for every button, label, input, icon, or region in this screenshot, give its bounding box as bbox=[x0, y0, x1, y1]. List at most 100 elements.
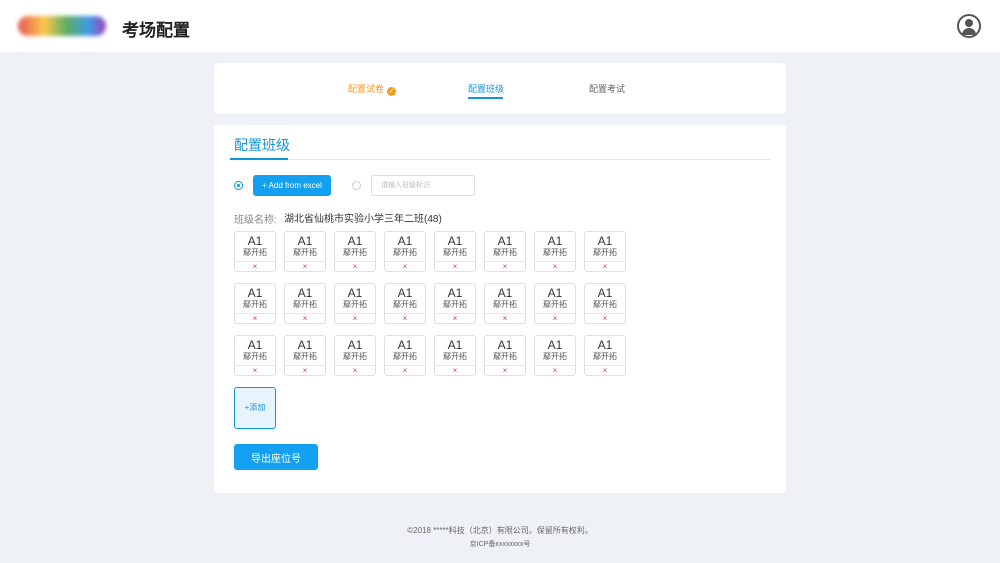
seat-card[interactable]: A1 鄢开拓 × bbox=[534, 231, 576, 272]
seat-card[interactable]: A1 鄢开拓 × bbox=[384, 283, 426, 324]
remove-seat-icon[interactable]: × bbox=[335, 365, 375, 376]
seat-card[interactable]: A1 鄢开拓 × bbox=[434, 335, 476, 376]
import-excel-radio[interactable] bbox=[234, 181, 243, 190]
seat-code: A1 bbox=[397, 234, 413, 248]
seat-code: A1 bbox=[347, 234, 363, 248]
seat-student-name: 鄢开拓 bbox=[343, 300, 367, 309]
seat-code: A1 bbox=[597, 286, 613, 300]
remove-seat-icon[interactable]: × bbox=[585, 365, 625, 376]
class-id-radio[interactable] bbox=[352, 181, 361, 190]
remove-seat-icon[interactable]: × bbox=[285, 261, 325, 272]
seat-card[interactable]: A1 鄢开拓 × bbox=[484, 335, 526, 376]
remove-seat-icon[interactable]: × bbox=[235, 261, 275, 272]
user-account-icon[interactable] bbox=[957, 14, 981, 38]
step-label: 配置考试 bbox=[589, 84, 626, 94]
footer-copyright: ©2018 *****科技（北京）有限公司。保留所有权利。 bbox=[407, 526, 593, 535]
step-configure-paper[interactable]: 配置试卷 ✓ bbox=[348, 82, 397, 96]
seat-student-name: 鄢开拓 bbox=[593, 352, 617, 361]
class-name-value: 湖北省仙桃市实验小学三年二班(48) bbox=[284, 214, 442, 225]
remove-seat-icon[interactable]: × bbox=[435, 365, 475, 376]
seat-code: A1 bbox=[347, 338, 363, 352]
page-title: 考场配置 bbox=[122, 21, 190, 40]
seat-code: A1 bbox=[447, 286, 463, 300]
remove-seat-icon[interactable]: × bbox=[485, 365, 525, 376]
seat-card[interactable]: A1 鄢开拓 × bbox=[234, 231, 276, 272]
seat-card[interactable]: A1 鄢开拓 × bbox=[584, 283, 626, 324]
footer-icp: 京ICP备xxxxxxxx号 bbox=[469, 541, 531, 548]
remove-seat-icon[interactable]: × bbox=[535, 261, 575, 272]
export-seat-numbers-button[interactable]: 导出座位号 bbox=[234, 444, 318, 470]
remove-seat-icon[interactable]: × bbox=[335, 261, 375, 272]
seat-student-name: 鄢开拓 bbox=[443, 352, 467, 361]
seat-card[interactable]: A1 鄢开拓 × bbox=[284, 231, 326, 272]
seat-code: A1 bbox=[247, 286, 263, 300]
seat-code: A1 bbox=[447, 234, 463, 248]
seat-student-name: 鄢开拓 bbox=[293, 248, 317, 257]
class-config-panel: 配置班级 + Add from excel 班级名称: 湖北省仙桃市实验小学三年… bbox=[214, 125, 786, 493]
seat-card[interactable]: A1 鄢开拓 × bbox=[284, 283, 326, 324]
brand-logo[interactable] bbox=[18, 16, 106, 36]
remove-seat-icon[interactable]: × bbox=[285, 313, 325, 324]
seat-student-name: 鄢开拓 bbox=[343, 352, 367, 361]
seat-student-name: 鄢开拓 bbox=[493, 248, 517, 257]
seat-card[interactable]: A1 鄢开拓 × bbox=[234, 283, 276, 324]
remove-seat-icon[interactable]: × bbox=[435, 261, 475, 272]
remove-seat-icon[interactable]: × bbox=[435, 313, 475, 324]
step-configure-class[interactable]: 配置班级 bbox=[468, 82, 504, 95]
seat-student-name: 鄢开拓 bbox=[593, 248, 617, 257]
seat-card[interactable]: A1 鄢开拓 × bbox=[334, 335, 376, 376]
seat-code: A1 bbox=[547, 234, 563, 248]
remove-seat-icon[interactable]: × bbox=[385, 261, 425, 272]
seat-card[interactable]: A1 鄢开拓 × bbox=[534, 283, 576, 324]
seat-code: A1 bbox=[247, 338, 263, 352]
seat-student-name: 鄢开拓 bbox=[543, 248, 567, 257]
remove-seat-icon[interactable]: × bbox=[585, 313, 625, 324]
user-shoulders-shape bbox=[962, 28, 976, 35]
remove-seat-icon[interactable]: × bbox=[285, 365, 325, 376]
seat-student-name: 鄢开拓 bbox=[543, 352, 567, 361]
remove-seat-icon[interactable]: × bbox=[385, 313, 425, 324]
section-title-underline bbox=[230, 158, 288, 160]
seat-code: A1 bbox=[547, 286, 563, 300]
seat-student-name: 鄢开拓 bbox=[243, 352, 267, 361]
class-id-input[interactable] bbox=[371, 175, 475, 196]
seat-card[interactable]: A1 鄢开拓 × bbox=[484, 283, 526, 324]
seat-card[interactable]: A1 鄢开拓 × bbox=[484, 231, 526, 272]
seat-student-name: 鄢开拓 bbox=[393, 352, 417, 361]
seat-card[interactable]: A1 鄢开拓 × bbox=[534, 335, 576, 376]
seat-code: A1 bbox=[497, 338, 513, 352]
seat-student-name: 鄢开拓 bbox=[543, 300, 567, 309]
seat-card[interactable]: A1 鄢开拓 × bbox=[584, 335, 626, 376]
remove-seat-icon[interactable]: × bbox=[485, 261, 525, 272]
seat-code: A1 bbox=[397, 286, 413, 300]
add-from-excel-button[interactable]: + Add from excel bbox=[253, 175, 331, 196]
seat-card[interactable]: A1 鄢开拓 × bbox=[434, 231, 476, 272]
seat-student-name: 鄢开拓 bbox=[343, 248, 367, 257]
remove-seat-icon[interactable]: × bbox=[235, 313, 275, 324]
remove-seat-icon[interactable]: × bbox=[535, 313, 575, 324]
seat-card[interactable]: A1 鄢开拓 × bbox=[334, 231, 376, 272]
seat-code: A1 bbox=[597, 338, 613, 352]
add-seat-button[interactable]: +添加 bbox=[234, 387, 276, 429]
seat-card[interactable]: A1 鄢开拓 × bbox=[284, 335, 326, 376]
step-configure-exam[interactable]: 配置考试 bbox=[589, 82, 625, 95]
remove-seat-icon[interactable]: × bbox=[385, 365, 425, 376]
seat-card[interactable]: A1 鄢开拓 × bbox=[384, 231, 426, 272]
remove-seat-icon[interactable]: × bbox=[235, 365, 275, 376]
seat-code: A1 bbox=[347, 286, 363, 300]
seat-card[interactable]: A1 鄢开拓 × bbox=[384, 335, 426, 376]
step-navigation: 配置试卷 ✓ 配置班级 配置考试 bbox=[214, 63, 786, 114]
section-divider bbox=[230, 159, 770, 160]
remove-seat-icon[interactable]: × bbox=[535, 365, 575, 376]
seat-card[interactable]: A1 鄢开拓 × bbox=[584, 231, 626, 272]
seat-student-name: 鄢开拓 bbox=[243, 300, 267, 309]
remove-seat-icon[interactable]: × bbox=[585, 261, 625, 272]
seat-code: A1 bbox=[297, 286, 313, 300]
seat-student-name: 鄢开拓 bbox=[593, 300, 617, 309]
remove-seat-icon[interactable]: × bbox=[335, 313, 375, 324]
seat-card[interactable]: A1 鄢开拓 × bbox=[234, 335, 276, 376]
seat-card[interactable]: A1 鄢开拓 × bbox=[334, 283, 376, 324]
remove-seat-icon[interactable]: × bbox=[485, 313, 525, 324]
seat-card[interactable]: A1 鄢开拓 × bbox=[434, 283, 476, 324]
seat-student-name: 鄢开拓 bbox=[493, 300, 517, 309]
